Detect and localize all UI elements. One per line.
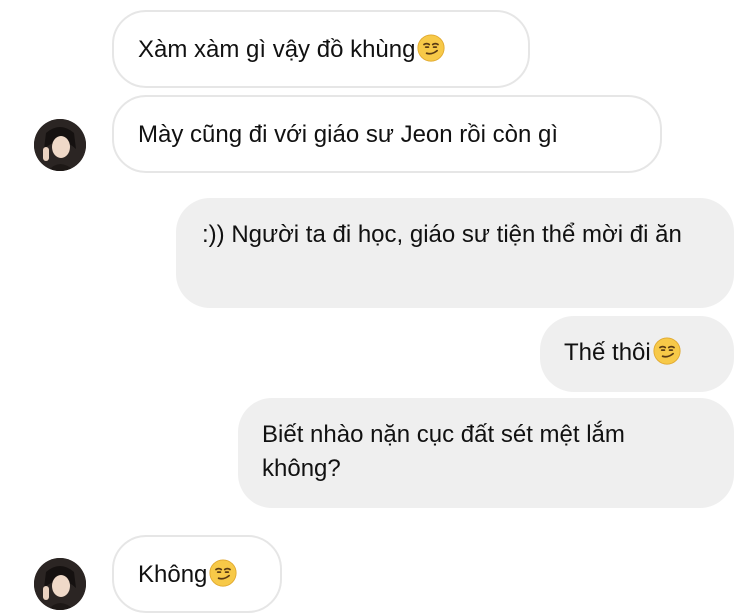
incoming-message-bubble[interactable]: Không xyxy=(112,535,282,613)
message-text: :)) Người ta đi học, giáo sư tiện thể mờ… xyxy=(202,221,682,248)
message-text: Thế thôi xyxy=(564,339,651,366)
smirking-face-icon xyxy=(209,559,237,587)
outgoing-message-bubble[interactable]: :)) Người ta đi học, giáo sư tiện thể mờ… xyxy=(176,198,734,308)
contact-avatar[interactable] xyxy=(34,558,86,610)
incoming-message-bubble[interactable]: Xàm xàm gì vậy đồ khùng xyxy=(112,10,530,88)
outgoing-message-bubble[interactable]: Biết nhào nặn cục đất sét mệt lắm không? xyxy=(238,398,734,508)
message-text: Không xyxy=(138,561,208,588)
contact-avatar[interactable] xyxy=(34,119,86,171)
avatar-photo xyxy=(34,119,86,171)
message-text: Biết nhào nặn cục đất sét mệt lắm không? xyxy=(262,421,625,482)
chat-thread: Xàm xàm gì vậy đồ khùng Mày cũng đi với … xyxy=(0,0,750,616)
incoming-message-bubble[interactable]: Mày cũng đi với giáo sư Jeon rồi còn gì xyxy=(112,95,662,173)
smirking-face-icon xyxy=(653,337,681,365)
avatar-photo xyxy=(34,558,86,610)
message-text: Mày cũng đi với giáo sư Jeon rồi còn gì xyxy=(138,121,559,148)
outgoing-message-bubble[interactable]: Thế thôi xyxy=(540,316,734,392)
smirking-face-icon xyxy=(417,34,446,62)
message-text: Xàm xàm gì vậy đồ khùng xyxy=(138,36,416,63)
